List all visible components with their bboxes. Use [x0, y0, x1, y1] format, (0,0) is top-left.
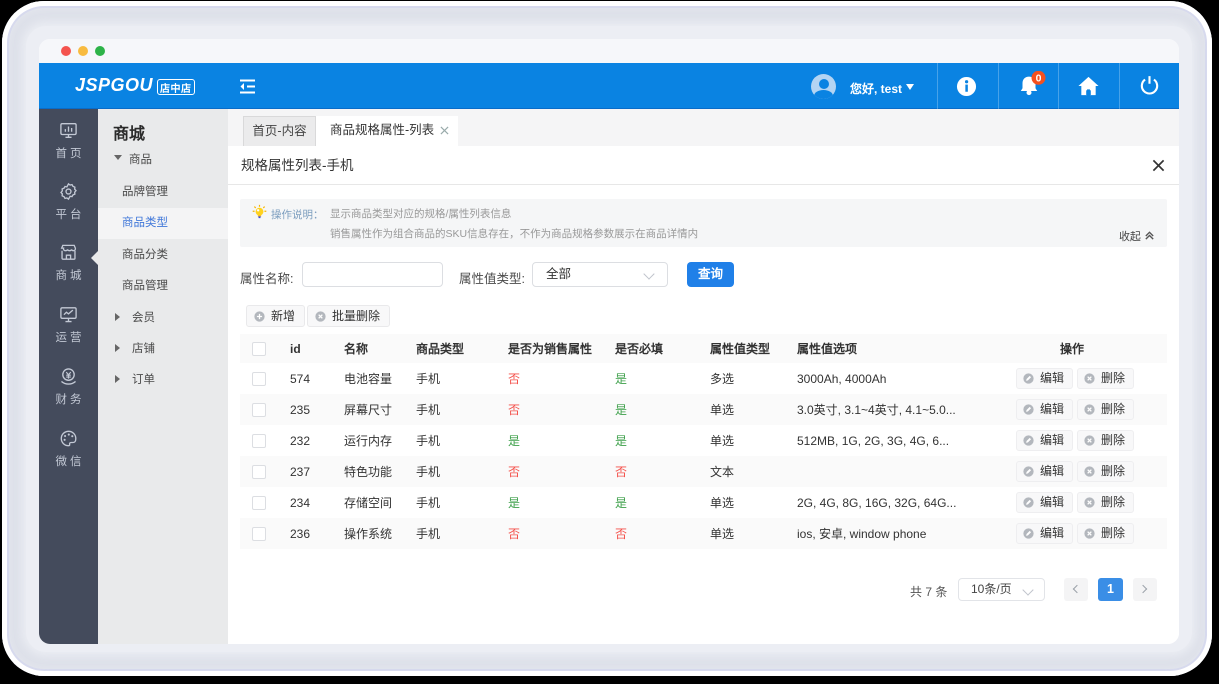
svg-text:0: 0 [1036, 73, 1042, 85]
